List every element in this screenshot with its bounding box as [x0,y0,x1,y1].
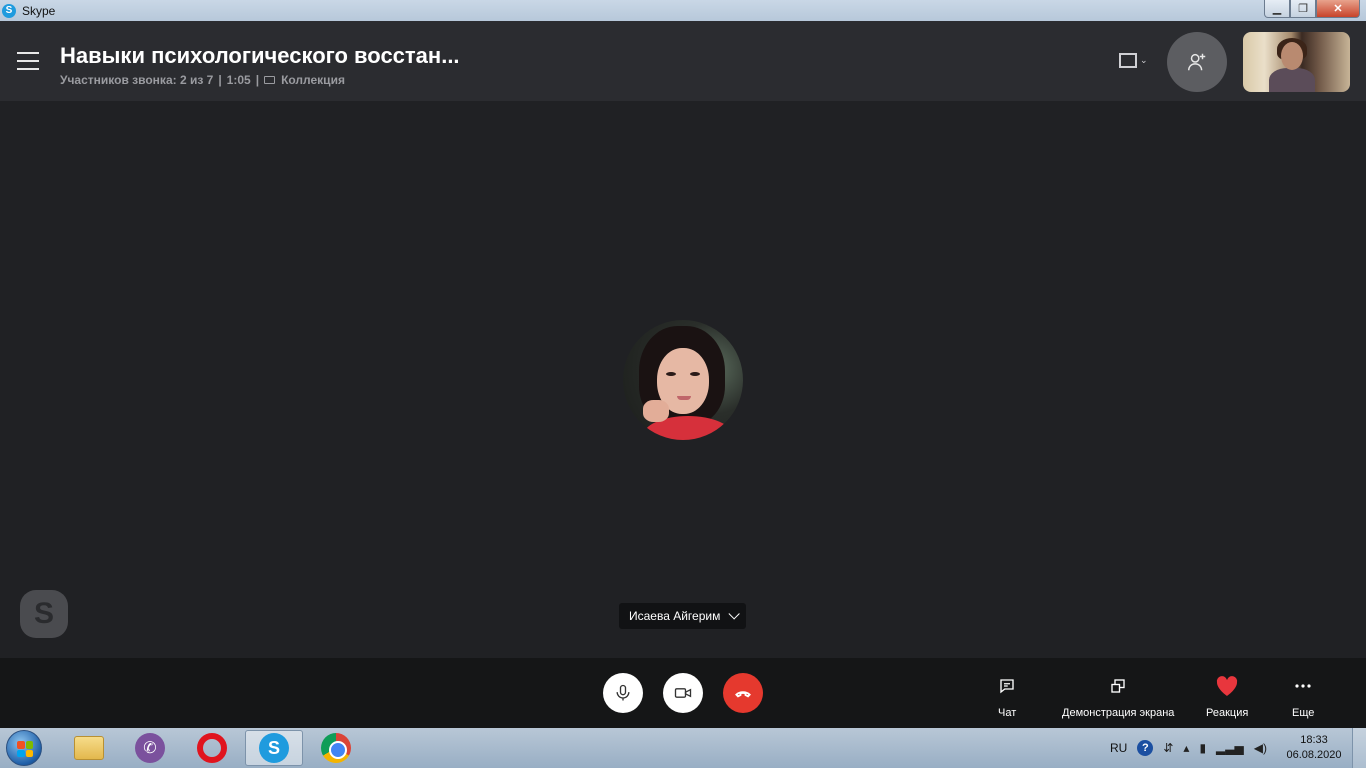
usb-icon[interactable]: ⇵ [1163,741,1173,755]
gallery-link[interactable]: Коллекция [281,73,345,87]
help-icon[interactable]: ? [1137,740,1154,756]
volume-icon[interactable]: ◀) [1254,741,1267,755]
reaction-button[interactable]: Реакция [1206,675,1248,719]
taskbar-chrome[interactable] [307,730,365,766]
minimize-button[interactable]: ▁ [1264,0,1290,18]
participants-count: Участников звонка: 2 из 7 [60,73,214,87]
skype-logo-icon: S [2,3,16,18]
folder-icon [74,736,104,760]
share-screen-button[interactable]: Демонстрация экрана [1062,675,1174,719]
restore-button[interactable]: ❐ [1290,0,1316,18]
gallery-icon [264,76,276,84]
skype-watermark-icon: S [20,590,68,638]
microphone-icon [616,684,630,701]
signal-icon[interactable]: ▂▃▅ [1216,741,1244,755]
more-options-button[interactable]: Еще [1292,675,1314,719]
self-video-preview[interactable] [1243,32,1350,92]
call-header: Навыки психологического восстан... Участ… [0,21,1366,101]
clock-time: 18:33 [1300,734,1328,746]
microphone-button[interactable] [603,673,643,713]
taskbar-explorer[interactable] [60,730,118,766]
layout-switch-button[interactable]: ⌄ [1119,53,1148,68]
reaction-label: Реакция [1206,707,1249,719]
add-participant-button[interactable] [1167,32,1227,92]
language-indicator[interactable]: RU [1110,741,1127,755]
restore-icon: ❐ [1298,3,1308,15]
meta-separator: | [255,73,260,87]
hamburger-menu-button[interactable] [17,52,39,70]
add-person-icon [1188,53,1206,71]
window-titlebar: S Skype ▁ ❐ ✕ [0,0,1366,21]
video-camera-icon [674,688,692,698]
close-button[interactable]: ✕ [1316,0,1360,18]
viber-icon: ✆ [135,733,165,763]
show-desktop-button[interactable] [1352,728,1366,768]
meta-separator: | [218,73,222,87]
camera-button[interactable] [663,673,703,713]
clock[interactable]: 18:33 06.08.2020 [1284,733,1344,763]
chevron-down-icon [728,608,741,620]
windows-logo-icon [17,741,33,757]
share-screen-icon [1111,679,1125,693]
opera-icon [197,733,227,763]
window-title: Skype [22,3,56,18]
minimize-icon: ▁ [1272,3,1282,15]
call-meta: Участников звонка: 2 из 7 | 1:05 | Колле… [60,73,345,87]
more-label: Еще [1292,707,1315,719]
participant-avatar [623,320,743,440]
heart-icon [1217,676,1238,696]
close-icon: ✕ [1333,3,1343,15]
skype-icon: S [259,733,289,763]
hang-up-icon [735,691,751,698]
call-controls-bar: Чат Демонстрация экрана Реакция Еще [0,658,1366,728]
chat-label: Чат [998,707,1017,719]
end-call-button[interactable] [723,673,763,713]
call-stage: Исаева Айгерим S [0,101,1366,658]
share-screen-label: Демонстрация экрана [1062,707,1175,719]
participant-name: Исаева Айгерим [629,609,721,623]
chat-icon [1000,679,1014,694]
taskbar-viber[interactable]: ✆ [121,730,179,766]
taskbar-skype[interactable]: S [245,730,303,766]
window-controls: ▁ ❐ ✕ [1264,0,1360,18]
call-duration: 1:05 [226,73,251,87]
call-title: Навыки психологического восстан... [60,43,460,68]
chat-button[interactable]: Чат [998,675,1016,719]
participant-name-dropdown[interactable]: Исаева Айгерим [619,603,747,629]
chrome-icon [321,733,351,763]
taskbar-opera[interactable] [183,730,241,766]
chevron-up-icon[interactable]: ▴ [1183,741,1189,755]
system-tray: RU ? ⇵ ▴ ▮ ▂▃▅ ◀) [1110,728,1277,768]
layout-icon [1119,53,1137,68]
power-icon[interactable]: ▮ [1199,741,1206,755]
chevron-down-icon: ⌄ [1140,55,1148,65]
clock-date: 06.08.2020 [1286,749,1342,761]
start-button[interactable] [6,730,42,766]
os-taskbar: ✆ S RU ? ⇵ ▴ ▮ ▂▃▅ ◀) 18:33 06.08.2020 [0,728,1366,768]
more-dots-icon [1295,684,1311,688]
